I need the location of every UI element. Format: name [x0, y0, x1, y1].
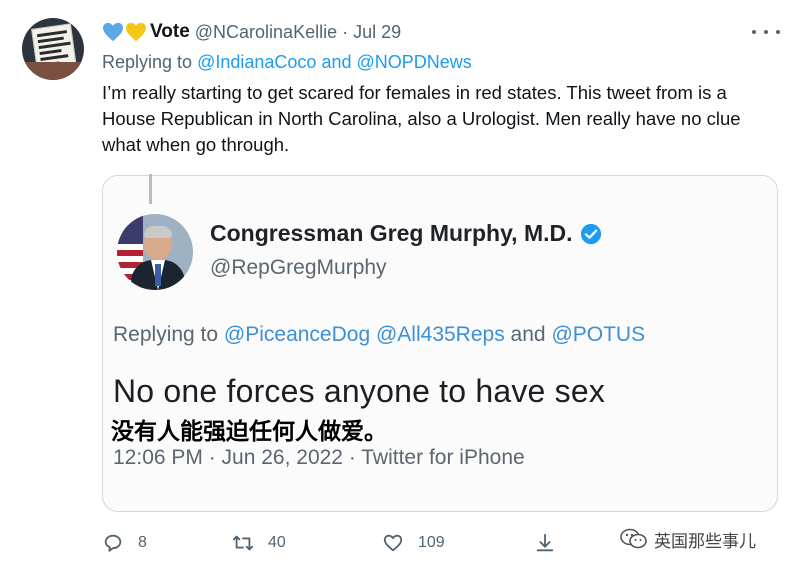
chinese-caption: 没有人能强迫任何人做爱。	[111, 419, 387, 445]
embedded-name: Congressman Greg Murphy, M.D.	[210, 220, 602, 247]
avatar[interactable]	[22, 18, 84, 80]
wechat-icon	[620, 528, 647, 549]
tweet: Vote @NCarolinaKellie · Jul 29 Replying …	[0, 0, 800, 570]
display-name[interactable]: Vote	[150, 21, 190, 43]
avatar-crowd	[22, 62, 84, 80]
blue-heart-icon	[103, 22, 123, 42]
share-button[interactable]	[534, 530, 556, 556]
replying-prefix: Replying to	[102, 52, 193, 72]
mention-all435reps: @All435Reps	[375, 323, 505, 346]
reply-icon	[104, 534, 122, 552]
mention-indianacoco[interactable]: @IndianaCoco	[197, 52, 316, 72]
embedded-avatar	[117, 214, 193, 290]
retweet-button[interactable]: 40	[232, 530, 286, 556]
watermark-text: 英国那些事儿	[654, 531, 756, 552]
separator-dot: ·	[342, 21, 349, 42]
retweet-count: 40	[268, 534, 286, 551]
replying-to: Replying to @IndianaCoco and @NOPDNews	[102, 52, 472, 73]
tweet-time[interactable]: Jul 29	[353, 22, 401, 43]
user-handle[interactable]: @NCarolinaKellie	[195, 22, 337, 43]
mention-piceancedog: @PiceanceDog	[223, 323, 371, 346]
mention-potus: @POTUS	[551, 323, 646, 346]
like-button[interactable]: 109	[382, 530, 445, 556]
embedded-tweet-image[interactable]: Congressman Greg Murphy, M.D. @RepGregMu…	[102, 175, 778, 512]
embedded-handle: @RepGregMurphy	[210, 256, 387, 279]
mention-nopdnews[interactable]: @NOPDNews	[357, 52, 472, 72]
more-options-icon[interactable]	[752, 22, 780, 42]
yellow-heart-icon	[126, 22, 146, 42]
embedded-tweet-text: No one forces anyone to have sex	[113, 373, 606, 409]
embedded-meta: 12:06 PM · Jun 26, 2022 · Twitter for iP…	[113, 446, 525, 469]
mention-and: and	[321, 52, 352, 72]
tweet-header: Vote @NCarolinaKellie · Jul 29	[102, 20, 401, 44]
watermark: 英国那些事儿	[620, 526, 756, 552]
like-count: 109	[418, 534, 445, 551]
reply-count: 8	[138, 534, 147, 551]
reply-button[interactable]: 8	[102, 530, 147, 556]
embedded-replying-to: Replying to @PiceanceDog @All435Reps and…	[113, 323, 646, 346]
thread-line	[149, 174, 152, 204]
tweet-text: I’m really starting to get scared for fe…	[102, 82, 741, 155]
retweet-icon	[232, 535, 254, 551]
verified-badge-icon	[580, 223, 601, 244]
like-icon	[383, 534, 403, 552]
share-icon	[536, 533, 554, 552]
